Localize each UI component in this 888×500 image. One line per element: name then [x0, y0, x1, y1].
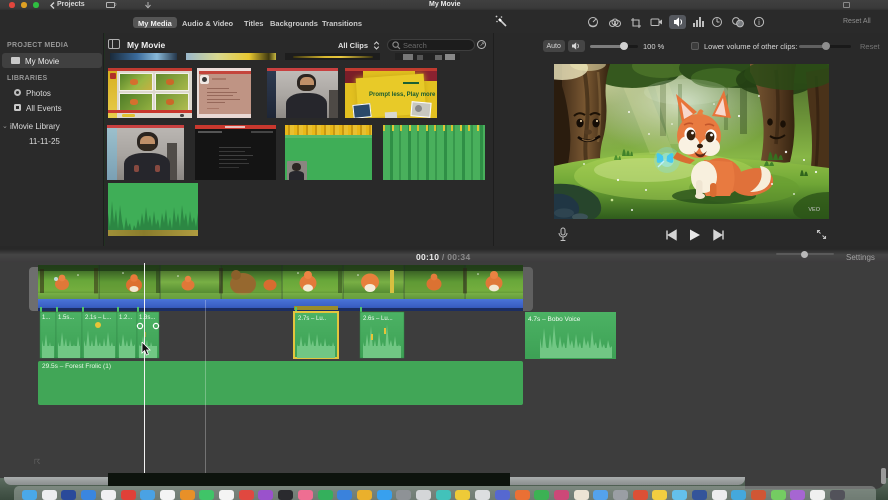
svg-text:1...: 1...	[42, 315, 51, 321]
svg-text:VEO: VEO	[808, 207, 820, 213]
svg-text:1.3s...: 1.3s...	[139, 315, 156, 321]
svg-text:i: i	[758, 18, 760, 27]
svg-text:2.6s – Lu...: 2.6s – Lu...	[363, 316, 393, 322]
svg-text:4.7s – Bobo Voice: 4.7s – Bobo Voice	[528, 316, 581, 323]
svg-text:1.2...: 1.2...	[119, 315, 133, 321]
svg-text:1.5s...: 1.5s...	[58, 315, 75, 321]
svg-text:2.7s – Lu..: 2.7s – Lu..	[298, 316, 326, 322]
svg-text:2.1s – L...: 2.1s – L...	[85, 315, 112, 321]
